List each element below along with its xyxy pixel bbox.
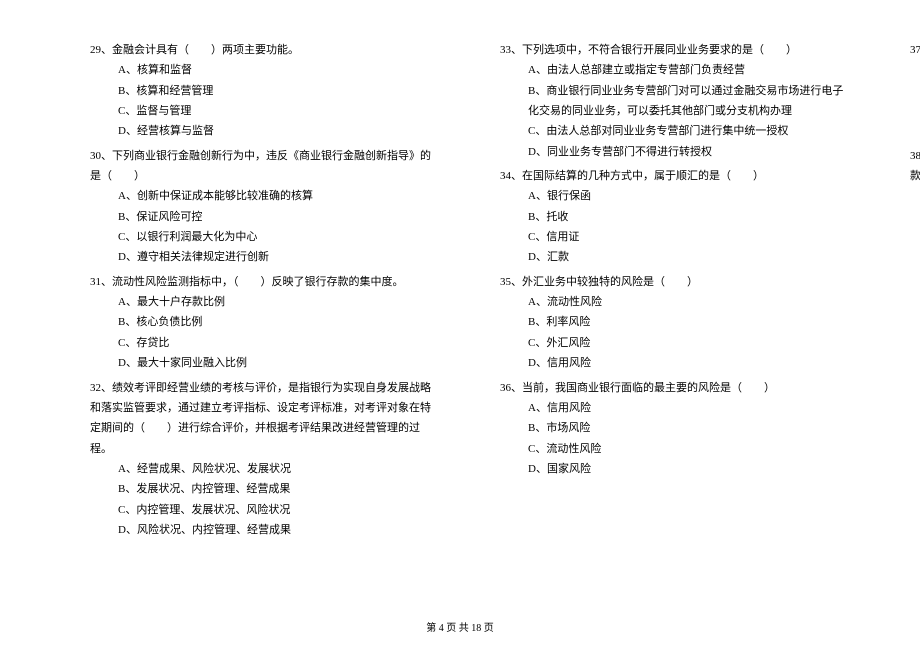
option-b: B、利率风险 — [500, 312, 850, 332]
option-c: C、以银行利润最大化为中心 — [90, 227, 440, 247]
question-29: 29、金融会计具有（ ）两项主要功能。 A、核算和监督 B、核算和经营管理 C、… — [90, 40, 440, 142]
option-a: A、经营成果、风险状况、发展状况 — [90, 459, 440, 479]
question-36: 36、当前，我国商业银行面临的最主要的风险是（ ） A、信用风险 B、市场风险 … — [500, 378, 850, 480]
option-d: D、经济调节功能 — [910, 121, 920, 141]
question-32: 32、绩效考评即经营业绩的考核与评价，是指银行为实现自身发展战略和落实监管要求，… — [90, 378, 440, 541]
option-c: C、监督与管理 — [90, 101, 440, 121]
question-text: 37、（ ）是金融市场最主要、最基本的功能。 — [910, 40, 920, 60]
option-d: D、经营核算与监督 — [90, 121, 440, 141]
option-d: D、风险状况、内控管理、经营成果 — [90, 520, 440, 540]
question-text: 30、下列商业银行金融创新行为中，违反《商业银行金融创新指导》的是（ ） — [90, 146, 440, 187]
page-footer: 第 4 页 共 18 页 — [0, 619, 920, 634]
option-b: B、向汽车购买者发放汽车贷款 — [910, 207, 920, 227]
option-a: A、核算和监督 — [90, 60, 440, 80]
question-33: 33、下列选项中，不符合银行开展同业业务要求的是（ ） A、由法人总部建立或指定… — [500, 40, 850, 162]
question-31: 31、流动性风险监测指标中，（ ）反映了银行存款的集中度。 A、最大十户存款比例… — [90, 272, 440, 374]
question-text: 33、下列选项中，不符合银行开展同业业务要求的是（ ） — [500, 40, 850, 60]
option-b: B、核心负债比例 — [90, 312, 440, 332]
option-d: D、最大十家同业融入比例 — [90, 353, 440, 373]
option-c: C、向汽车生产者发放汽车贷款 — [910, 227, 920, 247]
option-a: A、信用风险 — [500, 398, 850, 418]
option-b: B、保证风险可控 — [90, 207, 440, 227]
question-text: 29、金融会计具有（ ）两项主要功能。 — [90, 40, 440, 60]
option-c: C、信用证 — [500, 227, 850, 247]
option-d: D、信用风险 — [500, 353, 850, 373]
question-text: 31、流动性风险监测指标中，（ ）反映了银行存款的集中度。 — [90, 272, 440, 292]
question-37: 37、（ ）是金融市场最主要、最基本的功能。 A、货币资金融通功能 B、优化资源… — [910, 40, 920, 142]
option-b: B、优化资源配置功能 — [910, 81, 920, 101]
option-b: B、核算和经营管理 — [90, 81, 440, 101]
question-text: 36、当前，我国商业银行面临的最主要的风险是（ ） — [500, 378, 850, 398]
question-text: 35、外汇业务中较独特的风险是（ ） — [500, 272, 850, 292]
question-text: 38、（ ）是指汽车金融公司可以提供向汽车经销商发放的采购车辆贷款和营运设备贷款… — [910, 146, 920, 187]
option-d: D、汇款 — [500, 247, 850, 267]
question-text: 32、绩效考评即经营业绩的考核与评价，是指银行为实现自身发展战略和落实监管要求，… — [90, 378, 440, 459]
question-34: 34、在国际结算的几种方式中，属于顺汇的是（ ） A、银行保函 B、托收 C、信… — [500, 166, 850, 268]
option-a: A、银行保函 — [500, 186, 850, 206]
option-d: D、国家风险 — [500, 459, 850, 479]
option-a: A、创新中保证成本能够比较准确的核算 — [90, 186, 440, 206]
exam-page: 29、金融会计具有（ ）两项主要功能。 A、核算和监督 B、核算和经营管理 C、… — [0, 0, 920, 600]
question-text: 34、在国际结算的几种方式中，属于顺汇的是（ ） — [500, 166, 850, 186]
option-c: C、流动性风险 — [500, 439, 850, 459]
option-a: A、流动性风险 — [500, 292, 850, 312]
option-a: A、向汽车经销商发放汽车贷款 — [910, 186, 920, 206]
option-c: C、风险分散与风险管理功能 — [910, 101, 920, 121]
question-38: 38、（ ）是指汽车金融公司可以提供向汽车经销商发放的采购车辆贷款和营运设备贷款… — [910, 146, 920, 248]
option-c: C、由法人总部对同业业务专营部门进行集中统一授权 — [500, 121, 850, 141]
question-30: 30、下列商业银行金融创新行为中，违反《商业银行金融创新指导》的是（ ） A、创… — [90, 146, 440, 268]
option-b: B、商业银行同业业务专营部门对可以通过金融交易市场进行电子化交易的同业业务，可以… — [500, 81, 850, 122]
option-c: C、存贷比 — [90, 333, 440, 353]
option-c: C、外汇风险 — [500, 333, 850, 353]
option-a: A、最大十户存款比例 — [90, 292, 440, 312]
option-b: B、发展状况、内控管理、经营成果 — [90, 479, 440, 499]
option-b: B、托收 — [500, 207, 850, 227]
option-a: A、货币资金融通功能 — [910, 60, 920, 80]
option-c: C、内控管理、发展状况、风险状况 — [90, 500, 440, 520]
option-a: A、由法人总部建立或指定专营部门负责经营 — [500, 60, 850, 80]
option-d: D、遵守相关法律规定进行创新 — [90, 247, 440, 267]
option-b: B、市场风险 — [500, 418, 850, 438]
question-35: 35、外汇业务中较独特的风险是（ ） A、流动性风险 B、利率风险 C、外汇风险… — [500, 272, 850, 374]
option-d: D、同业业务专营部门不得进行转授权 — [500, 142, 850, 162]
